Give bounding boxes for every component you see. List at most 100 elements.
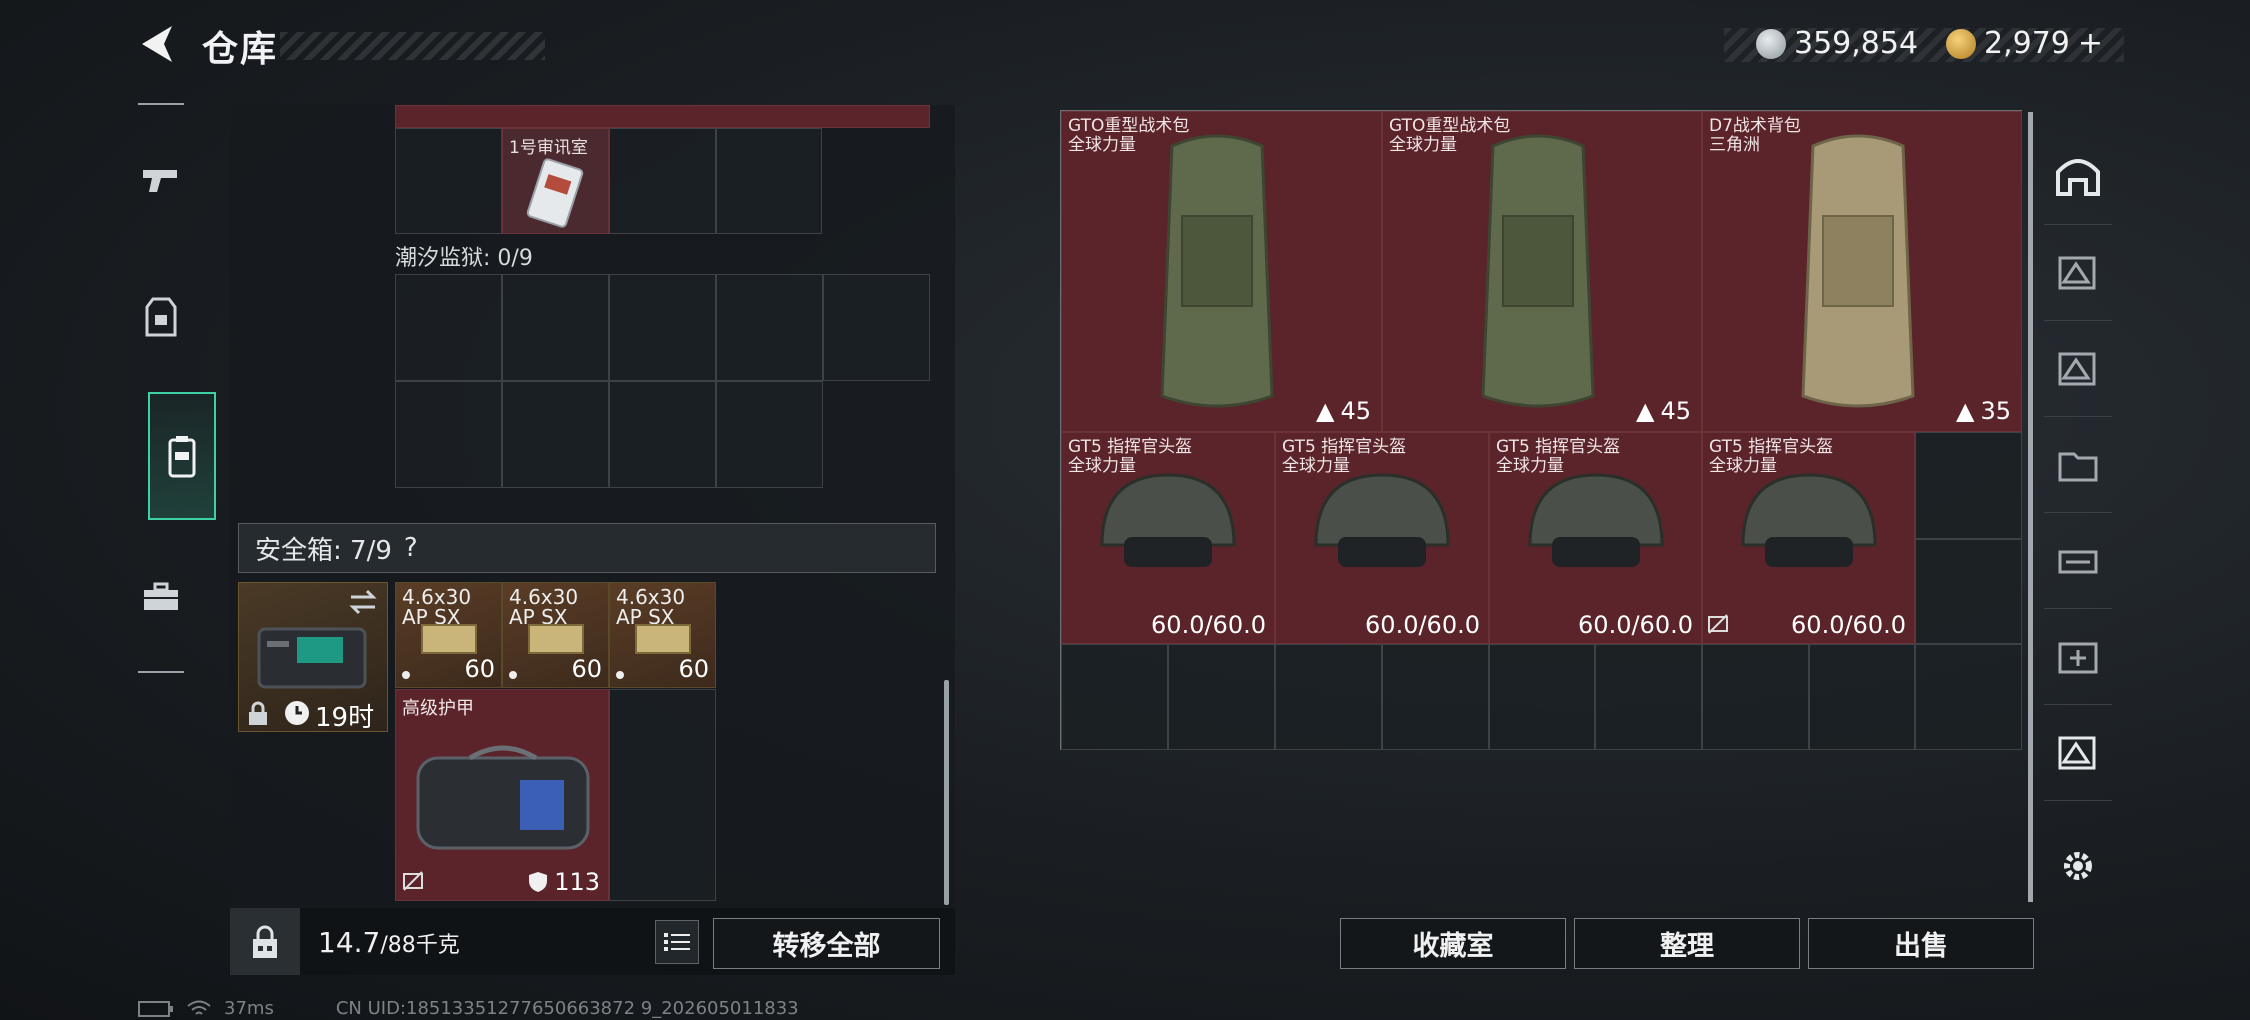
tab-stash-4[interactable] [2044,512,2112,609]
armor-durability: 113 [554,868,600,896]
grid-cell[interactable] [609,689,716,901]
nav-equipment[interactable] [138,262,184,372]
backpack-item[interactable]: GTO重型战术包 全球力量 ▲ 45 [1382,111,1702,432]
weight-value: 14.7 [318,926,381,959]
grid-cell[interactable] [502,381,609,488]
helmet-item[interactable]: GT5 指挥官头盔 全球力量 60.0/60.0 [1702,432,1915,644]
grid-cell[interactable] [1275,644,1382,750]
inventory-scrollbar[interactable] [944,680,949,905]
grid-cell[interactable] [502,274,609,381]
tab-stash-1[interactable] [2044,224,2112,321]
helmet-item[interactable]: GT5 指挥官头盔 全球力量 60.0/60.0 [1275,432,1489,644]
helmet-item[interactable]: GT5 指挥官头盔 全球力量 60.0/60.0 [1061,432,1275,644]
capacity: ▲ 45 [1635,397,1691,425]
stash-tabs [2044,128,2112,928]
capacity: ▲ 35 [1955,397,2011,425]
shield-icon [529,872,548,892]
nav-weapons[interactable] [138,125,184,235]
tab-stash-2[interactable] [2044,320,2112,417]
ammo-count: 60 [464,655,495,683]
ammo-dot-icon [402,671,410,679]
helmet-durability: 60.0/60.0 [1578,611,1693,639]
tab-stash-3[interactable] [2044,416,2112,513]
grid-cell[interactable] [609,274,716,381]
ammo-dot-icon [509,671,517,679]
grid-cell[interactable] [1915,539,2022,644]
armor-item[interactable]: 高级护甲 113 [395,689,609,901]
helmet-icon [1528,473,1664,567]
grid-cell[interactable] [823,274,930,381]
gear-icon [2064,852,2092,880]
gold-currency[interactable]: 2,979 + [1946,26,2103,61]
collection-room-button[interactable]: 收藏室 [1340,918,1566,969]
nav-case[interactable] [138,542,184,652]
folder-icon [2058,452,2098,482]
ammo-name: 4.6x30 [509,585,579,609]
safebox-help-button[interactable]: ? [404,533,418,563]
backpack-item[interactable]: GTO重型战术包 全球力量 ▲ 45 [1061,111,1382,432]
helmet-durability: 60.0/60.0 [1791,611,1906,639]
safebox-header: 安全箱: 7/9 ? [238,523,936,573]
safebox-container[interactable]: 19时 [238,582,388,733]
backpack-item[interactable]: D7战术背包 三角洲 ▲ 35 [1702,111,2022,432]
back-button[interactable] [136,22,180,66]
list-view-button[interactable] [655,920,699,964]
ammo-name: 4.6x30 [616,585,686,609]
grid-cell[interactable] [1382,644,1489,750]
grid-cell[interactable] [716,274,823,381]
helmet-durability: 60.0/60.0 [1365,611,1480,639]
ammo-item[interactable]: 4.6x30 AP SX 60 [395,582,502,688]
lock-toggle-button[interactable] [230,908,300,975]
transfer-all-button[interactable]: 转移全部 [713,918,940,969]
tab-home-stash[interactable] [2044,128,2112,225]
grid-cell[interactable] [1061,644,1168,750]
title-decoration [280,32,545,60]
ammo-box-icon [635,624,691,654]
status-bar: 37ms CN UID:18513351277650663872 9_20260… [138,998,799,1019]
add-gold-button[interactable]: + [2078,26,2103,61]
grid-cell[interactable] [609,381,716,488]
grid-cell[interactable] [1489,644,1595,750]
grid-cell[interactable] [1915,644,2022,750]
top-item-row[interactable] [395,105,930,128]
ammo-item[interactable]: 4.6x30 AP SX 60 [609,582,716,688]
keycard-item[interactable]: 1号审讯室 [502,128,609,234]
backpack-icon [1160,134,1274,408]
stash-scrollbar[interactable] [2028,112,2033,902]
tab-stash-5[interactable] [2044,608,2112,705]
grid-cell[interactable] [609,128,716,234]
ammo-item[interactable]: 4.6x30 AP SX 60 [502,582,609,688]
organize-button[interactable]: 整理 [1574,918,1800,969]
grid-cell[interactable] [395,381,502,488]
grid-cell[interactable] [1168,644,1275,750]
backpack-icon [1801,134,1915,408]
keycard-label: 1号审讯室 [509,138,588,158]
pistol-icon [143,170,177,192]
swap-icon[interactable] [347,589,379,615]
page-title: 仓库 [202,29,279,70]
settings-button[interactable] [2044,818,2112,914]
helmet-item[interactable]: GT5 指挥官头盔 全球力量 60.0/60.0 [1489,432,1702,644]
grid-cell[interactable] [1915,432,2022,539]
sell-button[interactable]: 出售 [1808,918,2034,969]
nav-backpack[interactable] [148,392,216,520]
ammo-dot-icon [616,671,624,679]
stash-tier-icon [2058,352,2096,386]
weight-display: 14.7/88千克 [318,926,460,959]
arch-icon [2056,159,2100,196]
grid-cell[interactable] [716,128,822,234]
grid-cell[interactable] [716,381,823,488]
tab-stash-6[interactable] [2044,704,2112,801]
grid-cell[interactable] [1809,644,1915,750]
backpack-capacity-icon: ▲ [1315,397,1335,425]
grid-cell[interactable] [1702,644,1809,750]
grid-cell[interactable] [395,274,502,381]
silver-amount: 359,854 [1794,26,1919,61]
grid-cell[interactable] [1595,644,1702,750]
ammo-count: 60 [571,655,602,683]
no-insure-icon [403,871,423,891]
safebox-timer: 19时 [315,703,375,733]
safebox-icon [257,627,367,689]
grid-cell[interactable] [395,128,502,234]
gold-coin-icon [1946,28,1976,59]
